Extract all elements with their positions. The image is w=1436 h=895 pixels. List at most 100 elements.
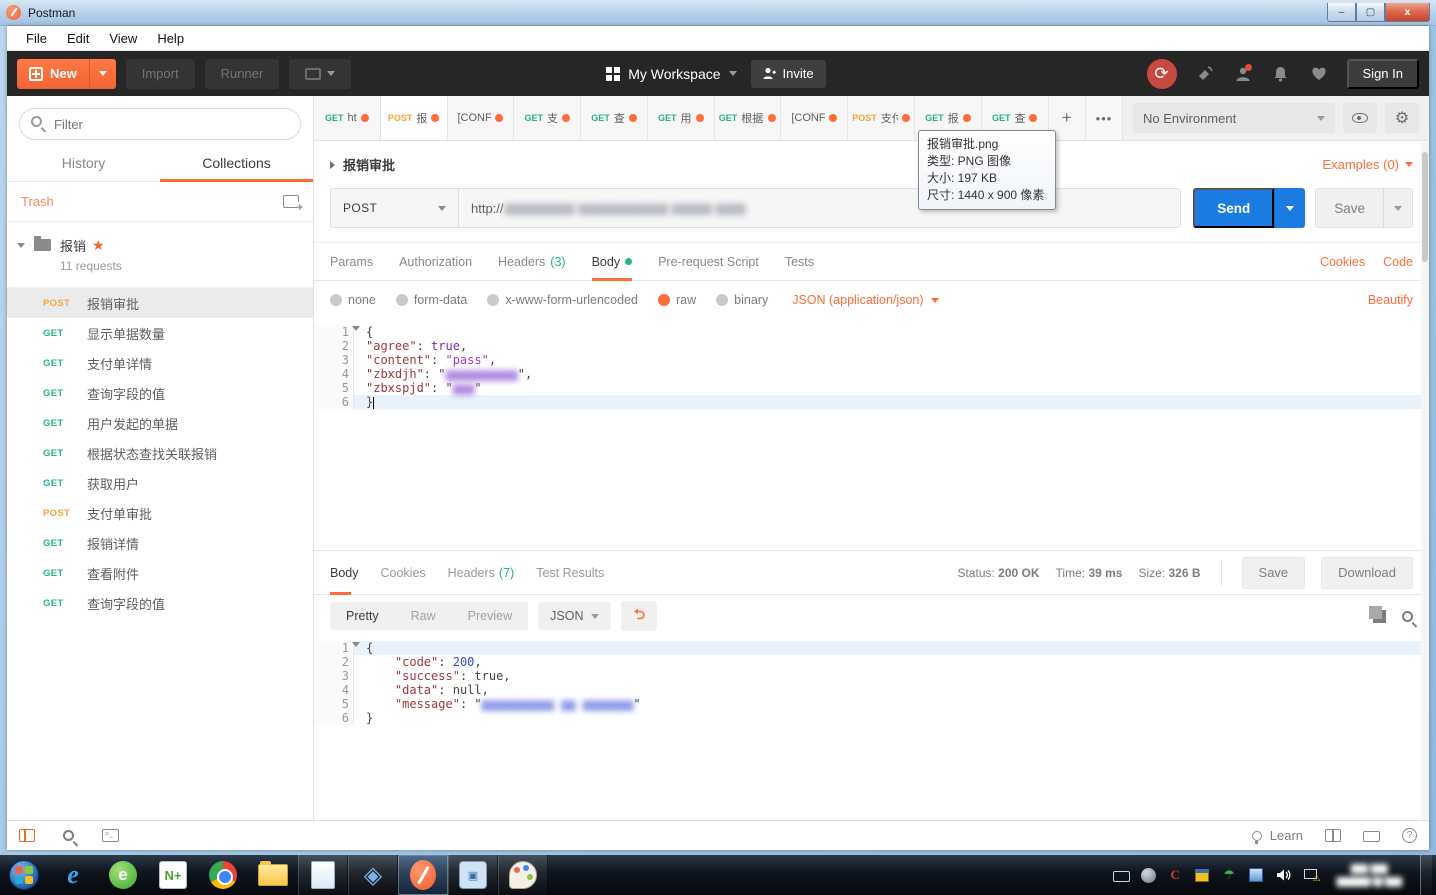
request-tab[interactable]: GETht (314, 96, 381, 140)
request-tab[interactable]: GET查 (581, 96, 648, 140)
list-item[interactable]: GET查询字段的值 (7, 378, 313, 408)
request-tab[interactable]: POST支付 (848, 96, 915, 140)
learn-link[interactable]: Learn (1252, 828, 1303, 843)
list-item[interactable]: POST报销审批 (7, 288, 313, 318)
environment-quicklook-button[interactable] (1343, 103, 1377, 133)
fold-caret-icon[interactable] (352, 326, 360, 331)
cookies-link[interactable]: Cookies (1320, 255, 1365, 269)
tab-body[interactable]: Body (592, 243, 633, 280)
environment-settings-button[interactable]: ⚙ (1385, 103, 1419, 133)
trash-link[interactable]: Trash (21, 194, 54, 209)
new-button[interactable]: New (17, 59, 116, 89)
taskbar-paint[interactable] (498, 855, 548, 895)
response-tab-cookies[interactable]: Cookies (381, 551, 426, 594)
menu-item-file[interactable]: File (17, 28, 56, 49)
body-mode-none[interactable]: none (330, 293, 376, 307)
tray-app-window-icon[interactable] (1194, 867, 1211, 884)
request-meta-expand-icon[interactable] (330, 161, 335, 169)
more-tabs-button[interactable]: ••• (1086, 96, 1123, 140)
tray-image-viewer-icon[interactable] (1248, 867, 1265, 884)
console-icon[interactable] (102, 829, 119, 842)
menu-item-edit[interactable]: Edit (58, 28, 98, 49)
tray-antivirus-icon[interactable]: C (1167, 867, 1184, 884)
new-dropdown-caret[interactable] (89, 59, 116, 89)
save-response-button[interactable]: Save (1242, 557, 1306, 589)
view-raw[interactable]: Raw (395, 602, 452, 630)
request-tab[interactable]: POST报 (381, 96, 448, 140)
request-tab[interactable]: GET用 (648, 96, 715, 140)
body-mode-raw[interactable]: raw (658, 293, 696, 307)
notifications-person-icon[interactable] (1233, 64, 1253, 84)
tray-keyboard-icon[interactable] (1113, 867, 1130, 884)
url-input[interactable]: http:// ▆▆▆▆▆▆▆ ▆▆▆▆▆▆▆▆▆ ▆▆▆▆ ▆▆▆ (459, 189, 1180, 227)
taskbar-chrome[interactable] (198, 855, 248, 895)
view-preview[interactable]: Preview (452, 602, 528, 630)
tray-volume-icon[interactable] (1275, 867, 1292, 884)
sidebar-toggle-icon[interactable] (19, 829, 35, 842)
sign-in-button[interactable]: Sign In (1347, 59, 1419, 89)
tray-globe-icon[interactable] (1140, 867, 1157, 884)
menu-item-help[interactable]: Help (148, 28, 193, 49)
heart-icon[interactable] (1309, 64, 1329, 84)
sidebar-tab-history[interactable]: History (7, 144, 160, 181)
save-dropdown-caret[interactable] (1383, 188, 1413, 228)
response-tab-body[interactable]: Body (330, 551, 359, 594)
search-response-icon[interactable] (1402, 611, 1413, 622)
body-mode-x-www-form-urlencoded[interactable]: x-www-form-urlencoded (487, 293, 638, 307)
tab-tests[interactable]: Tests (785, 243, 814, 280)
body-mode-binary[interactable]: binary (716, 293, 768, 307)
bell-icon[interactable] (1271, 64, 1291, 84)
list-item[interactable]: POST支付单审批 (7, 498, 313, 528)
list-item[interactable]: GET用户发起的单据 (7, 408, 313, 438)
taskbar-notepad[interactable] (298, 855, 348, 895)
response-tab-test-results[interactable]: Test Results (536, 551, 604, 594)
help-icon[interactable]: ? (1402, 828, 1417, 843)
tab-params[interactable]: Params (330, 243, 373, 280)
maximize-button[interactable]: ▢ (1356, 3, 1385, 22)
send-dropdown-caret[interactable] (1274, 188, 1305, 228)
satellite-icon[interactable] (1195, 64, 1215, 84)
taskbar-snipping-tool[interactable]: ▣ (448, 855, 498, 895)
taskbar-postman[interactable] (398, 855, 448, 895)
request-tab[interactable]: [CONFL (448, 96, 515, 140)
taskbar-file-explorer[interactable] (248, 855, 298, 895)
show-desktop-button[interactable] (1420, 855, 1432, 895)
workspace-switcher[interactable]: My Workspace (606, 66, 736, 82)
tab-headers[interactable]: Headers(3) (498, 243, 566, 280)
runner-button[interactable]: Runner (205, 59, 280, 89)
beautify-link[interactable]: Beautify (1368, 293, 1413, 307)
download-response-button[interactable]: Download (1321, 557, 1413, 589)
body-mode-form-data[interactable]: form-data (396, 293, 468, 307)
open-new-window-button[interactable] (289, 59, 351, 89)
save-request-button[interactable]: Save (1315, 188, 1383, 228)
request-tab[interactable]: [CONFL (781, 96, 848, 140)
close-button[interactable]: x (1385, 3, 1430, 22)
tab-pre-request-script[interactable]: Pre-request Script (658, 243, 759, 280)
tray-umbrella-icon[interactable]: ☂ (1221, 867, 1238, 884)
minimize-button[interactable]: – (1327, 3, 1356, 22)
two-pane-layout-icon[interactable] (1325, 829, 1341, 842)
menu-item-view[interactable]: View (100, 28, 146, 49)
list-item[interactable]: GET根据状态查找关联报销 (7, 438, 313, 468)
tray-network-warning-icon[interactable]: ⚠ (1302, 867, 1319, 884)
request-body-editor[interactable]: 1{2"agree": true,3"content": "pass",4"zb… (314, 319, 1429, 551)
tab-authorization[interactable]: Authorization (399, 243, 472, 280)
collection-expand-caret[interactable] (17, 243, 25, 248)
sync-icon[interactable]: ⟳ (1147, 59, 1177, 89)
environment-select[interactable]: No Environment (1133, 103, 1335, 133)
content-type-select[interactable]: JSON (application/json) (792, 293, 938, 307)
sidebar-tab-collections[interactable]: Collections (160, 144, 313, 181)
taskbar-diamond-app[interactable]: ◈ (348, 855, 398, 895)
view-pretty[interactable]: Pretty (330, 602, 395, 630)
new-collection-icon[interactable] (283, 195, 299, 208)
copy-icon[interactable] (1373, 610, 1386, 623)
keyboard-shortcuts-icon[interactable] (1363, 831, 1380, 842)
list-item[interactable]: GET查看附件 (7, 558, 313, 588)
request-tab[interactable]: GET支 (514, 96, 581, 140)
list-item[interactable]: GET显示单据数量 (7, 318, 313, 348)
response-format-select[interactable]: JSON (538, 602, 611, 630)
collection-row[interactable]: 报销 ★ 11 requests (7, 222, 313, 288)
examples-dropdown[interactable]: Examples (0) (1322, 157, 1413, 172)
scrollbar[interactable] (1421, 142, 1429, 820)
list-item[interactable]: GET支付单详情 (7, 348, 313, 378)
